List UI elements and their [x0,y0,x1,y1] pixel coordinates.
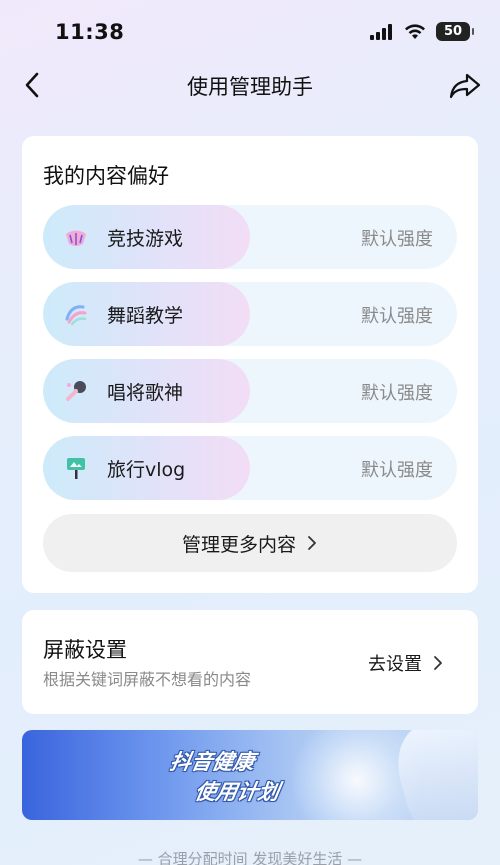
block-settings-card[interactable]: 屏蔽设置 根据关键词屏蔽不想看的内容 去设置 [22,610,478,714]
chevron-right-icon [308,536,316,550]
share-arrow-icon [449,73,481,99]
page-title: 使用管理助手 [187,75,313,99]
health-plan-banner[interactable]: 抖音健康 使用计划 [22,730,478,820]
preference-strength[interactable]: 默认强度 [361,302,433,328]
battery-icon: 50 [436,22,474,41]
banner-line-1: 抖音健康 [168,750,257,774]
selfie-stick-icon [63,455,89,481]
microphone-icon [63,378,89,404]
preference-item-dance[interactable]: 舞蹈教学 默认强度 [43,282,457,346]
status-bar: 11:38 50 [0,0,500,62]
back-button[interactable] [18,70,48,100]
manage-more-label: 管理更多内容 [181,533,296,556]
status-icons: 50 [370,22,474,41]
preference-title: 我的内容偏好 [43,164,169,188]
chevron-right-icon [434,656,442,670]
go-settings-button[interactable]: 去设置 [368,650,444,676]
share-button[interactable] [448,70,482,100]
block-settings-title: 屏蔽设置 [43,638,127,662]
game-shell-icon [63,224,89,250]
preference-label: 竞技游戏 [107,228,184,250]
dance-ribbon-icon [63,301,89,327]
footer-slogan: — 合理分配时间 发现美好生活 — [137,850,363,865]
preference-item-travel[interactable]: 旅行vlog 默认强度 [43,436,457,500]
cellular-signal-icon [370,23,392,40]
banner-line-2: 使用计划 [192,780,282,804]
chevron-left-icon [25,72,39,98]
preference-label: 舞蹈教学 [107,305,184,327]
preference-strength[interactable]: 默认强度 [361,379,433,405]
block-settings-subtitle: 根据关键词屏蔽不想看的内容 [43,670,252,689]
content-preference-card: 我的内容偏好 竞技游戏 默认强度 舞蹈教学 默认强度 唱将歌神 默认强度 旅行v… [22,136,478,593]
go-settings-label: 去设置 [368,654,422,675]
wifi-icon [405,23,425,39]
status-time: 11:38 [55,20,125,44]
preference-label: 唱将歌神 [107,382,184,404]
nav-bar: 使用管理助手 [0,62,500,108]
manage-more-button[interactable]: 管理更多内容 [43,514,457,572]
preference-strength[interactable]: 默认强度 [361,456,433,482]
preference-item-gaming[interactable]: 竞技游戏 默认强度 [43,205,457,269]
preference-item-singing[interactable]: 唱将歌神 默认强度 [43,359,457,423]
preference-strength[interactable]: 默认强度 [361,225,433,251]
health-plan-logo: 抖音健康 使用计划 [162,742,334,808]
preference-label: 旅行vlog [107,459,186,481]
